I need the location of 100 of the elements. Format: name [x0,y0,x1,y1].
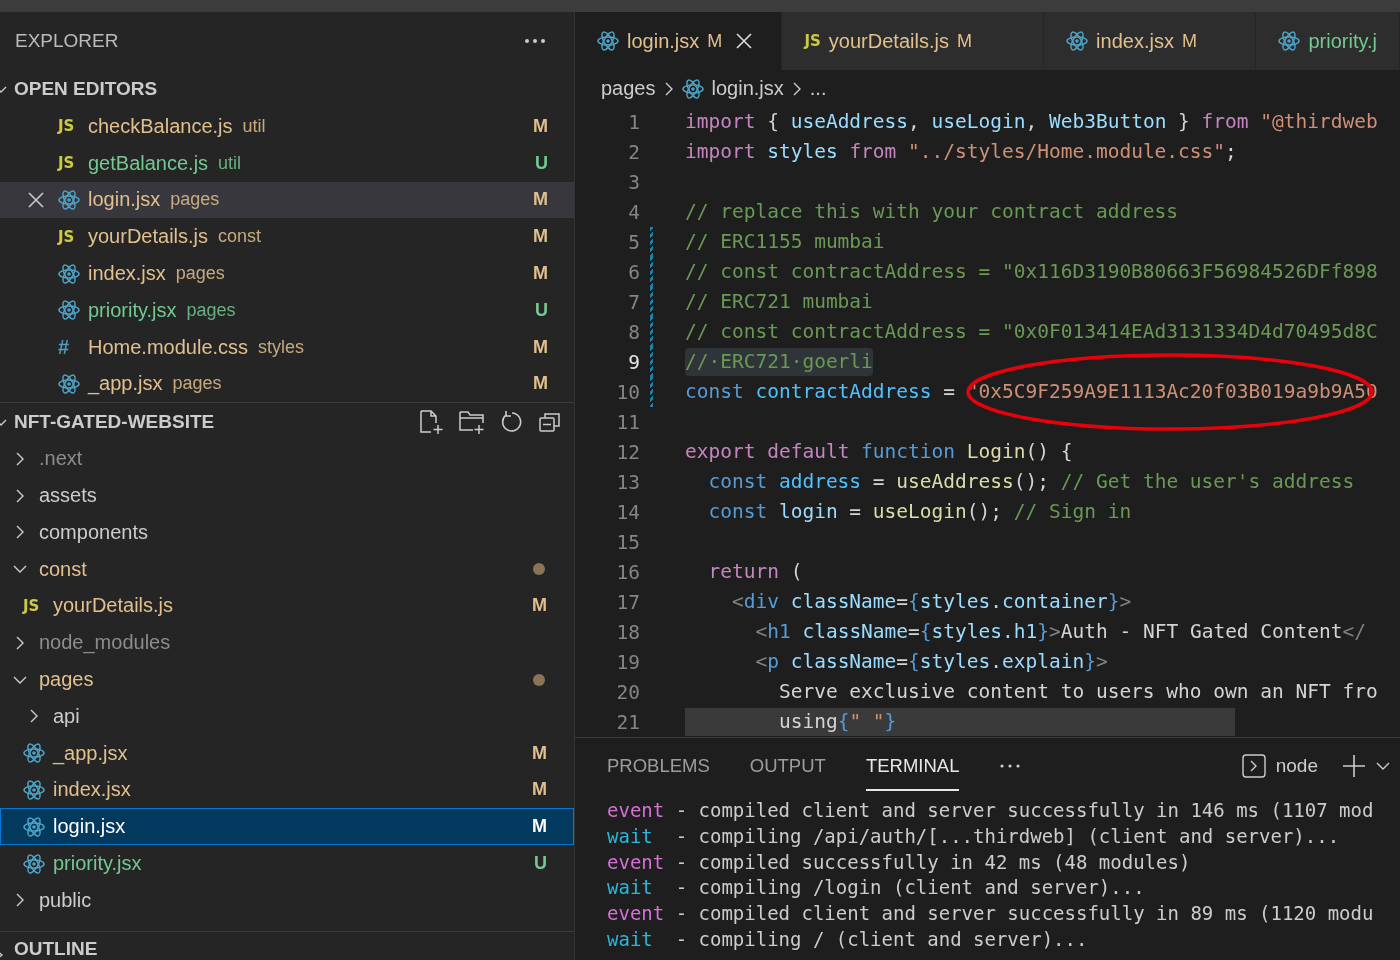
breadcrumb-item[interactable]: ... [809,77,827,100]
open-editor-item[interactable]: priority.jsx pages U [0,292,574,329]
atom-icon [23,815,45,838]
file-tree-item[interactable]: const [0,550,574,588]
line-number: 21 [615,710,640,734]
section-header[interactable]: NFT-GATED-WEBSITE [0,402,574,441]
line-number: 4 [627,200,640,224]
atom-icon [58,262,80,285]
folder-hint: styles [258,336,305,358]
chevron-right-icon [663,80,674,97]
folder-hint: pages [172,373,222,395]
atom-icon [58,299,80,322]
js-file-icon: JS [58,154,75,173]
panel-tab[interactable]: TERMINAL [865,741,960,791]
more-icon[interactable] [999,763,1022,769]
js-file-icon: JS [58,227,75,246]
close-icon[interactable] [28,192,44,208]
panel-tab[interactable]: OUTPUT [749,741,826,791]
open-editor-item[interactable]: index.jsx pages M [0,255,574,292]
line-number: 16 [615,560,640,584]
editor-tab[interactable]: index.jsx M [1044,12,1257,70]
file-tree-item[interactable]: api [0,697,574,735]
new-file-icon[interactable] [418,408,444,435]
section-header[interactable]: OUTLINE [0,931,574,960]
line-number: 6 [627,260,640,284]
git-status: M [533,226,548,248]
editor-tab[interactable]: login.jsx M [575,12,783,70]
more-icon[interactable] [524,38,546,44]
line-number: 13 [615,470,640,494]
line-number: 10 [615,380,640,404]
git-status: M [533,373,548,395]
git-status: M [533,263,548,285]
code-line: <h1 className={styles.h1}>Auth - NFT Gated Content</ [754,619,1366,645]
terminal-line: event - compiled successfully in 42 ms (48 modules) [607,849,1192,875]
open-editor-item[interactable]: _app.jsx pages M [0,365,574,403]
open-editor-item[interactable]: JS yourDetails.js const M [0,218,574,256]
file-tree-item[interactable]: login.jsx M [0,808,574,846]
code-line: Serve exclusive content to users who own an NFT fro [777,679,1378,705]
breadcrumb-item[interactable]: pages [601,77,656,100]
git-status: M [533,336,548,358]
code-line: <div className={styles.container}> [730,589,1132,615]
atom-icon [58,372,80,395]
breadcrumb-item[interactable]: login.jsx [711,77,784,100]
terminal-line: wait - compiling /api/auth/[...thirdweb] (client and server)... [607,823,1341,849]
file-tree-item[interactable]: _app.jsx M [0,734,574,772]
close-icon[interactable] [736,33,753,49]
editor-tab[interactable]: priority.j [1256,12,1400,70]
line-number: 8 [627,320,640,344]
section-header[interactable]: OPEN EDITORS [0,70,574,108]
git-status: M [532,779,547,801]
chevron-down-icon[interactable] [1376,761,1390,771]
code-line: <p className={styles.explain}> [754,649,1108,675]
file-tree-item[interactable]: public [0,881,574,919]
atom-icon [1278,30,1301,52]
folder-hint: pages [175,263,225,285]
line-number: 15 [615,530,640,554]
open-editor-item[interactable]: # Home.module.css styles M [0,328,574,366]
file-tree-item[interactable]: node_modules [0,624,574,662]
js-file-icon: JS [804,32,821,50]
git-status: M [956,30,972,52]
line-number: 2 [627,140,640,164]
folder-hint: util [218,152,242,174]
git-status: M [532,742,547,764]
file-tree-item[interactable]: .next [0,440,574,478]
terminal-line: event - compiled client and server successfully in 89 ms (1120 modu [607,901,1375,927]
file-tree-item[interactable]: JS yourDetails.js M [0,587,574,625]
folder-hint: util [242,115,266,137]
section-title: OUTLINE [14,938,98,960]
js-file-icon: JS [23,596,40,615]
line-number: 12 [615,440,640,464]
file-tree-item[interactable]: components [0,513,574,551]
new-folder-icon[interactable] [458,408,486,435]
open-editor-item[interactable]: JS checkBalance.js util M [0,108,574,145]
atom-icon [23,778,45,801]
file-tree-item[interactable]: pages [0,661,574,698]
atom-icon [597,30,619,52]
plus-icon[interactable] [1342,754,1366,778]
editor-tab[interactable]: JS yourDetails.js M [782,12,1045,70]
line-number: 9 [627,350,640,374]
line-number: 11 [615,410,640,434]
atom-icon [23,852,45,875]
file-tree-item[interactable]: priority.jsx U [0,845,574,882]
git-status: M [707,30,723,52]
code-line: // ERC1155 mumbai [685,229,885,255]
panel-tab[interactable]: PROBLEMS [607,741,710,791]
open-editor-item[interactable]: login.jsx pages M [0,181,574,219]
terminal-line: wait - compiling / (client and server)... [607,927,1089,952]
code-line: return ( [707,559,803,585]
git-status: M [532,816,547,838]
section-title: NFT-GATED-WEBSITE [14,410,215,433]
file-tree-item[interactable]: assets [0,477,574,514]
hash-file-icon: # [58,335,70,359]
atom-icon [23,742,45,765]
file-tree-item[interactable]: index.jsx M [0,771,574,809]
terminal-line: event - compiled client and server successfully in 146 ms (1107 mod [607,798,1375,823]
git-status: M [533,189,548,211]
terminal-icon [1241,754,1266,778]
open-editor-item[interactable]: JS getBalance.js util U [0,144,574,182]
terminal-selector[interactable]: node [1275,755,1318,777]
refresh-icon[interactable] [500,409,524,434]
